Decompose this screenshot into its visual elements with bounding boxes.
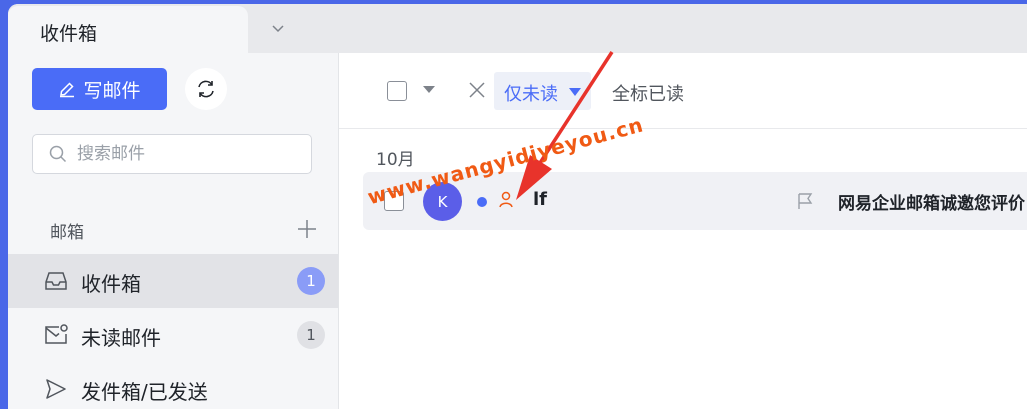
unread-count-badge: 1 bbox=[297, 321, 325, 349]
refresh-icon bbox=[198, 80, 214, 98]
sidebar-item-unread[interactable]: 未读邮件 1 bbox=[8, 308, 338, 362]
plus-icon[interactable] bbox=[297, 219, 317, 239]
compose-label: 写邮件 bbox=[83, 79, 141, 102]
unread-mail-icon bbox=[45, 324, 68, 344]
mail-sender: lf bbox=[533, 189, 548, 210]
send-icon bbox=[46, 379, 66, 399]
mail-list-pane: 仅未读 全标已读 10月 K lf 网易企业邮箱诚邀您评价 bbox=[338, 53, 1027, 409]
refresh-button[interactable] bbox=[185, 68, 227, 110]
mail-toolbar: 仅未读 全标已读 bbox=[339, 53, 1027, 129]
search-input[interactable] bbox=[77, 144, 287, 164]
sidebar-item-label: 收件箱 bbox=[81, 272, 141, 296]
mail-list-item[interactable]: K lf 网易企业邮箱诚邀您评价 bbox=[363, 172, 1027, 230]
avatar: K bbox=[423, 182, 462, 221]
mail-subject: 网易企业邮箱诚邀您评价 bbox=[838, 194, 1025, 214]
unread-filter-label: 仅未读 bbox=[504, 84, 558, 105]
search-icon bbox=[49, 145, 67, 163]
tab-bar: 收件箱 bbox=[8, 4, 1027, 53]
mail-window: 收件箱 写邮件 邮箱 bbox=[8, 4, 1027, 409]
unread-count-badge: 1 bbox=[297, 267, 325, 295]
sidebar: 写邮件 邮箱 收件箱 1 bbox=[8, 53, 338, 409]
pencil-icon bbox=[60, 82, 75, 98]
month-group-header: 10月 bbox=[376, 150, 415, 170]
chevron-down-icon[interactable] bbox=[270, 20, 286, 36]
close-icon[interactable] bbox=[467, 80, 487, 100]
select-all-checkbox[interactable] bbox=[387, 81, 407, 101]
contact-icon bbox=[499, 191, 513, 208]
mail-checkbox[interactable] bbox=[384, 191, 404, 211]
search-box bbox=[32, 134, 312, 174]
tab-inbox[interactable]: 收件箱 bbox=[8, 6, 248, 53]
sidebar-item-inbox[interactable]: 收件箱 1 bbox=[8, 254, 338, 308]
sidebar-item-sent[interactable]: 发件箱/已发送 bbox=[8, 362, 338, 409]
mailbox-section-title: 邮箱 bbox=[50, 223, 84, 243]
tab-label: 收件箱 bbox=[40, 23, 98, 45]
sidebar-item-label: 未读邮件 bbox=[81, 326, 161, 350]
unread-dot-icon[interactable] bbox=[477, 197, 487, 207]
flag-icon[interactable] bbox=[796, 192, 814, 210]
sidebar-item-label: 发件箱/已发送 bbox=[81, 380, 208, 404]
mark-all-read-button[interactable]: 全标已读 bbox=[612, 80, 684, 106]
unread-only-filter[interactable]: 仅未读 bbox=[494, 72, 591, 110]
compose-button[interactable]: 写邮件 bbox=[32, 68, 167, 110]
select-options-caret-icon[interactable] bbox=[423, 86, 435, 93]
caret-down-icon bbox=[569, 88, 581, 96]
inbox-icon bbox=[45, 272, 67, 290]
